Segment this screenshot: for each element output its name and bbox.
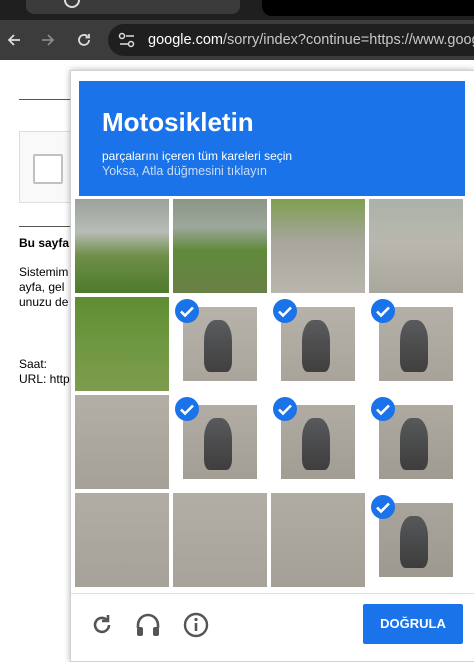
image-tile[interactable] (75, 297, 169, 391)
time-label: Saat: (19, 357, 48, 371)
captcha-challenge: Motosikletin parçalarını içeren tüm kare… (70, 70, 474, 662)
captcha-skip-hint: Yoksa, Atla düğmesini tıklayın (102, 164, 267, 178)
url-label: URL: http (19, 372, 70, 386)
verify-button[interactable]: DOĞRULA (363, 604, 463, 644)
captcha-subtitle: parçalarını içeren tüm kareleri seçin (102, 149, 293, 163)
audio-icon[interactable] (133, 610, 163, 640)
image-tile[interactable] (271, 395, 365, 489)
image-tile[interactable] (369, 297, 463, 391)
page-heading: Bu sayfa (19, 236, 70, 250)
checkmark-icon (371, 299, 395, 323)
tab-favicon-icon (64, 0, 80, 8)
url-text: google.com/sorry/index?continue=https://… (148, 32, 474, 48)
info-icon[interactable] (181, 610, 211, 640)
checkmark-icon (175, 397, 199, 421)
image-tile[interactable] (271, 493, 365, 587)
tile-image (75, 199, 169, 293)
image-tile[interactable] (75, 395, 169, 489)
site-settings-icon[interactable] (118, 32, 136, 53)
address-bar[interactable]: google.com/sorry/index?continue=https://… (108, 24, 474, 56)
tile-image (173, 493, 267, 587)
image-tile[interactable] (173, 493, 267, 587)
motorcycle-shape (399, 516, 428, 569)
checkmark-icon (371, 397, 395, 421)
captcha-footer: DOĞRULA (71, 593, 474, 662)
tile-image (271, 493, 365, 587)
checkmark-icon (273, 299, 297, 323)
motorcycle-shape (203, 418, 232, 471)
checkmark-icon (371, 495, 395, 519)
page-paragraph-line: unuzu de (19, 295, 69, 309)
captcha-instructions: Motosikletin parçalarını içeren tüm kare… (79, 81, 465, 196)
image-tile[interactable] (369, 199, 463, 293)
image-tile[interactable] (75, 493, 169, 587)
forward-icon[interactable] (36, 28, 60, 52)
reload-page-icon[interactable] (72, 28, 96, 52)
tile-image (173, 199, 267, 293)
tab-strip-background (262, 0, 474, 16)
tab-strip (0, 0, 474, 20)
back-icon[interactable] (2, 28, 26, 52)
tile-image (369, 199, 463, 293)
image-tile[interactable] (369, 395, 463, 489)
page-divider (19, 226, 74, 227)
image-tile[interactable] (173, 395, 267, 489)
motorcycle-shape (203, 320, 232, 373)
page-paragraph-line: ayfa, gel (19, 280, 65, 294)
motorcycle-shape (399, 320, 428, 373)
image-tile[interactable] (173, 199, 267, 293)
active-tab[interactable] (26, 0, 240, 14)
browser-toolbar: google.com/sorry/index?continue=https://… (0, 20, 474, 60)
tile-image (75, 395, 169, 489)
checkmark-icon (175, 299, 199, 323)
tile-image (271, 199, 365, 293)
motorcycle-shape (399, 418, 428, 471)
url-host: google.com (148, 32, 223, 48)
image-tile[interactable] (271, 199, 365, 293)
captcha-title: Motosikletin (102, 107, 254, 137)
image-tile[interactable] (173, 297, 267, 391)
image-tile[interactable] (271, 297, 365, 391)
image-grid (75, 199, 465, 587)
page-divider (19, 99, 74, 100)
recaptcha-checkbox[interactable] (33, 154, 63, 184)
page-paragraph-line: Sistemim (19, 265, 69, 279)
image-tile[interactable] (75, 199, 169, 293)
checkmark-icon (273, 397, 297, 421)
reload-icon[interactable] (87, 610, 117, 640)
tile-image (75, 297, 169, 391)
tile-image (75, 493, 169, 587)
image-tile[interactable] (369, 493, 463, 587)
motorcycle-shape (301, 418, 330, 471)
url-path: /sorry/index?continue=https://www.goog (222, 32, 474, 48)
motorcycle-shape (301, 320, 330, 373)
